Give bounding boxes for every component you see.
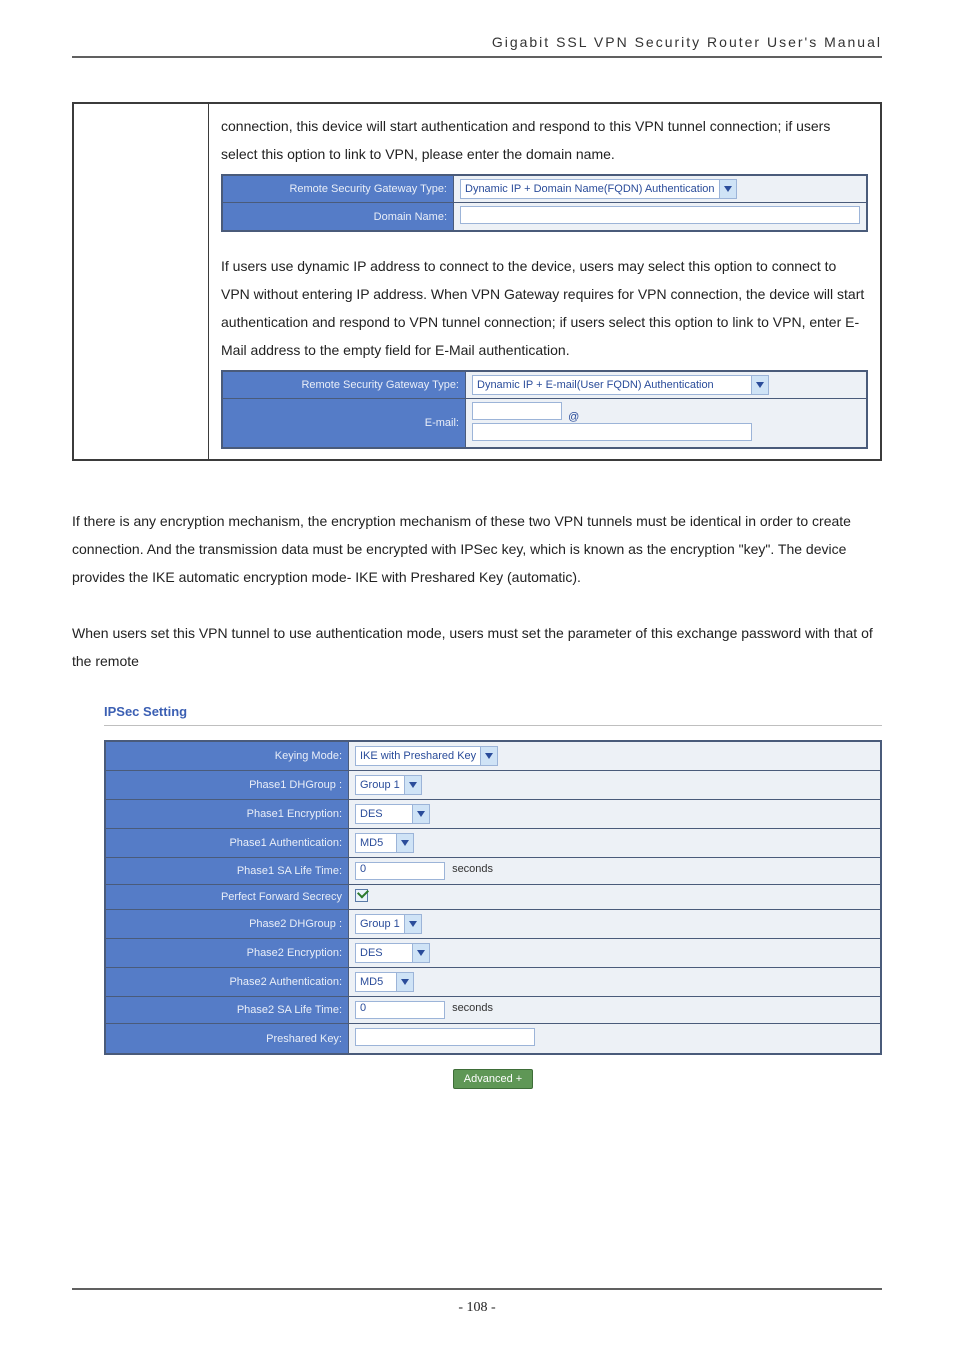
- cfg2-row1-value-cell: Dynamic IP + E-mail(User FQDN) Authentic…: [466, 371, 868, 399]
- select-text: Group 1: [356, 918, 404, 930]
- cfg2-row1-label: Remote Security Gateway Type:: [222, 371, 466, 399]
- p2sa-label: Phase2 SA Life Time:: [105, 997, 349, 1024]
- p1dh-label: Phase1 DHGroup :: [105, 771, 349, 800]
- info-para-2: If users use dynamic IP address to conne…: [221, 252, 868, 364]
- chevron-down-icon: [412, 944, 429, 962]
- table-row: Perfect Forward Secrecy: [105, 885, 881, 910]
- chevron-down-icon: [412, 805, 429, 823]
- p2sa-input[interactable]: 0: [355, 1001, 445, 1019]
- ipsec-heading: IPSec Setting: [72, 703, 882, 726]
- cfg-table-2: Remote Security Gateway Type: Dynamic IP…: [221, 370, 868, 449]
- keying-mode-select[interactable]: IKE with Preshared Key: [355, 746, 498, 766]
- p1enc-label: Phase1 Encryption:: [105, 800, 349, 829]
- table-row: Phase2 Encryption: DES: [105, 939, 881, 968]
- chevron-down-icon: [751, 376, 768, 394]
- select-text: Group 1: [356, 779, 404, 791]
- p2dh-label: Phase2 DHGroup :: [105, 910, 349, 939]
- table-row: Phase1 Encryption: DES: [105, 800, 881, 829]
- preshared-label: Preshared Key:: [105, 1024, 349, 1055]
- info-para-1: connection, this device will start authe…: [221, 112, 868, 168]
- chevron-down-icon: [404, 915, 421, 933]
- select-text: MD5: [356, 976, 396, 988]
- body-para-1: If there is any encryption mechanism, th…: [72, 507, 882, 591]
- select-text: DES: [356, 947, 412, 959]
- cfg2-row2-label: E-mail:: [222, 399, 466, 449]
- advanced-button[interactable]: Advanced +: [453, 1069, 533, 1089]
- body-para-2: When users set this VPN tunnel to use au…: [72, 619, 882, 675]
- select-text: IKE with Preshared Key: [356, 750, 480, 762]
- pfs-checkbox[interactable]: [355, 889, 368, 902]
- table-row: Keying Mode: IKE with Preshared Key: [105, 741, 881, 771]
- cfg2-row2-value-cell: @: [466, 399, 868, 449]
- ipsec-table: Keying Mode: IKE with Preshared Key Phas…: [104, 740, 882, 1055]
- pfs-label: Perfect Forward Secrecy: [105, 885, 349, 910]
- p2auth-label: Phase2 Authentication:: [105, 968, 349, 997]
- select-text: DES: [356, 808, 412, 820]
- ipsec-heading-title: IPSec Setting: [104, 704, 187, 719]
- chevron-down-icon: [404, 776, 421, 794]
- select-text: Dynamic IP + E-mail(User FQDN) Authentic…: [473, 379, 751, 391]
- page-number: - 108 -: [0, 1300, 954, 1316]
- p2enc-label: Phase2 Encryption:: [105, 939, 349, 968]
- p1sa-unit: seconds: [448, 863, 493, 875]
- preshared-key-input[interactable]: [355, 1028, 535, 1046]
- ipsec-heading-rule: [104, 725, 882, 726]
- header-rule: [72, 56, 882, 58]
- p1auth-label: Phase1 Authentication:: [105, 829, 349, 858]
- cfg-table-1: Remote Security Gateway Type: Dynamic IP…: [221, 174, 868, 232]
- p1auth-select[interactable]: MD5: [355, 833, 414, 853]
- domain-name-input[interactable]: [460, 206, 860, 224]
- remote-gateway-type-select-2[interactable]: Dynamic IP + E-mail(User FQDN) Authentic…: [472, 375, 769, 395]
- table-row: Phase1 Authentication: MD5: [105, 829, 881, 858]
- table-row: Phase1 SA Life Time: 0 seconds: [105, 858, 881, 885]
- remote-gateway-type-select[interactable]: Dynamic IP + Domain Name(FQDN) Authentic…: [460, 179, 737, 199]
- cfg1-row2-value-cell: [454, 203, 868, 232]
- p1enc-select[interactable]: DES: [355, 804, 430, 824]
- info-box-content: connection, this device will start authe…: [208, 104, 880, 459]
- info-box: connection, this device will start authe…: [72, 102, 882, 461]
- info-box-left-blank: [74, 104, 208, 459]
- keying-mode-label: Keying Mode:: [105, 741, 349, 771]
- table-row: Phase2 DHGroup : Group 1: [105, 910, 881, 939]
- email-domain-input[interactable]: [472, 423, 752, 441]
- p1sa-label: Phase1 SA Life Time:: [105, 858, 349, 885]
- p2dh-select[interactable]: Group 1: [355, 914, 422, 934]
- cfg1-row2-label: Domain Name:: [222, 203, 454, 232]
- footer-rule: [72, 1288, 882, 1290]
- chevron-down-icon: [719, 180, 736, 198]
- select-text: Dynamic IP + Domain Name(FQDN) Authentic…: [461, 183, 719, 195]
- chevron-down-icon: [396, 973, 413, 991]
- p2enc-select[interactable]: DES: [355, 943, 430, 963]
- p1sa-input[interactable]: 0: [355, 862, 445, 880]
- doc-header-title: Gigabit SSL VPN Security Router User's M…: [72, 34, 882, 50]
- ipsec-table-wrap: Keying Mode: IKE with Preshared Key Phas…: [72, 740, 882, 1089]
- table-row: Phase1 DHGroup : Group 1: [105, 771, 881, 800]
- table-row: Phase2 Authentication: MD5: [105, 968, 881, 997]
- p2auth-select[interactable]: MD5: [355, 972, 414, 992]
- table-row: E-mail: @: [222, 399, 867, 449]
- table-row: Remote Security Gateway Type: Dynamic IP…: [222, 175, 867, 203]
- table-row: Remote Security Gateway Type: Dynamic IP…: [222, 371, 867, 399]
- table-row: Phase2 SA Life Time: 0 seconds: [105, 997, 881, 1024]
- chevron-down-icon: [396, 834, 413, 852]
- cfg1-row1-label: Remote Security Gateway Type:: [222, 175, 454, 203]
- email-local-input[interactable]: [472, 402, 562, 420]
- cfg1-row1-value-cell: Dynamic IP + Domain Name(FQDN) Authentic…: [454, 175, 868, 203]
- p2sa-unit: seconds: [448, 1002, 493, 1014]
- chevron-down-icon: [480, 747, 497, 765]
- select-text: MD5: [356, 837, 396, 849]
- email-at-label: @: [565, 411, 582, 423]
- table-row: Domain Name:: [222, 203, 867, 232]
- table-row: Preshared Key:: [105, 1024, 881, 1055]
- p1dh-select[interactable]: Group 1: [355, 775, 422, 795]
- body-text-section: If there is any encryption mechanism, th…: [72, 507, 882, 675]
